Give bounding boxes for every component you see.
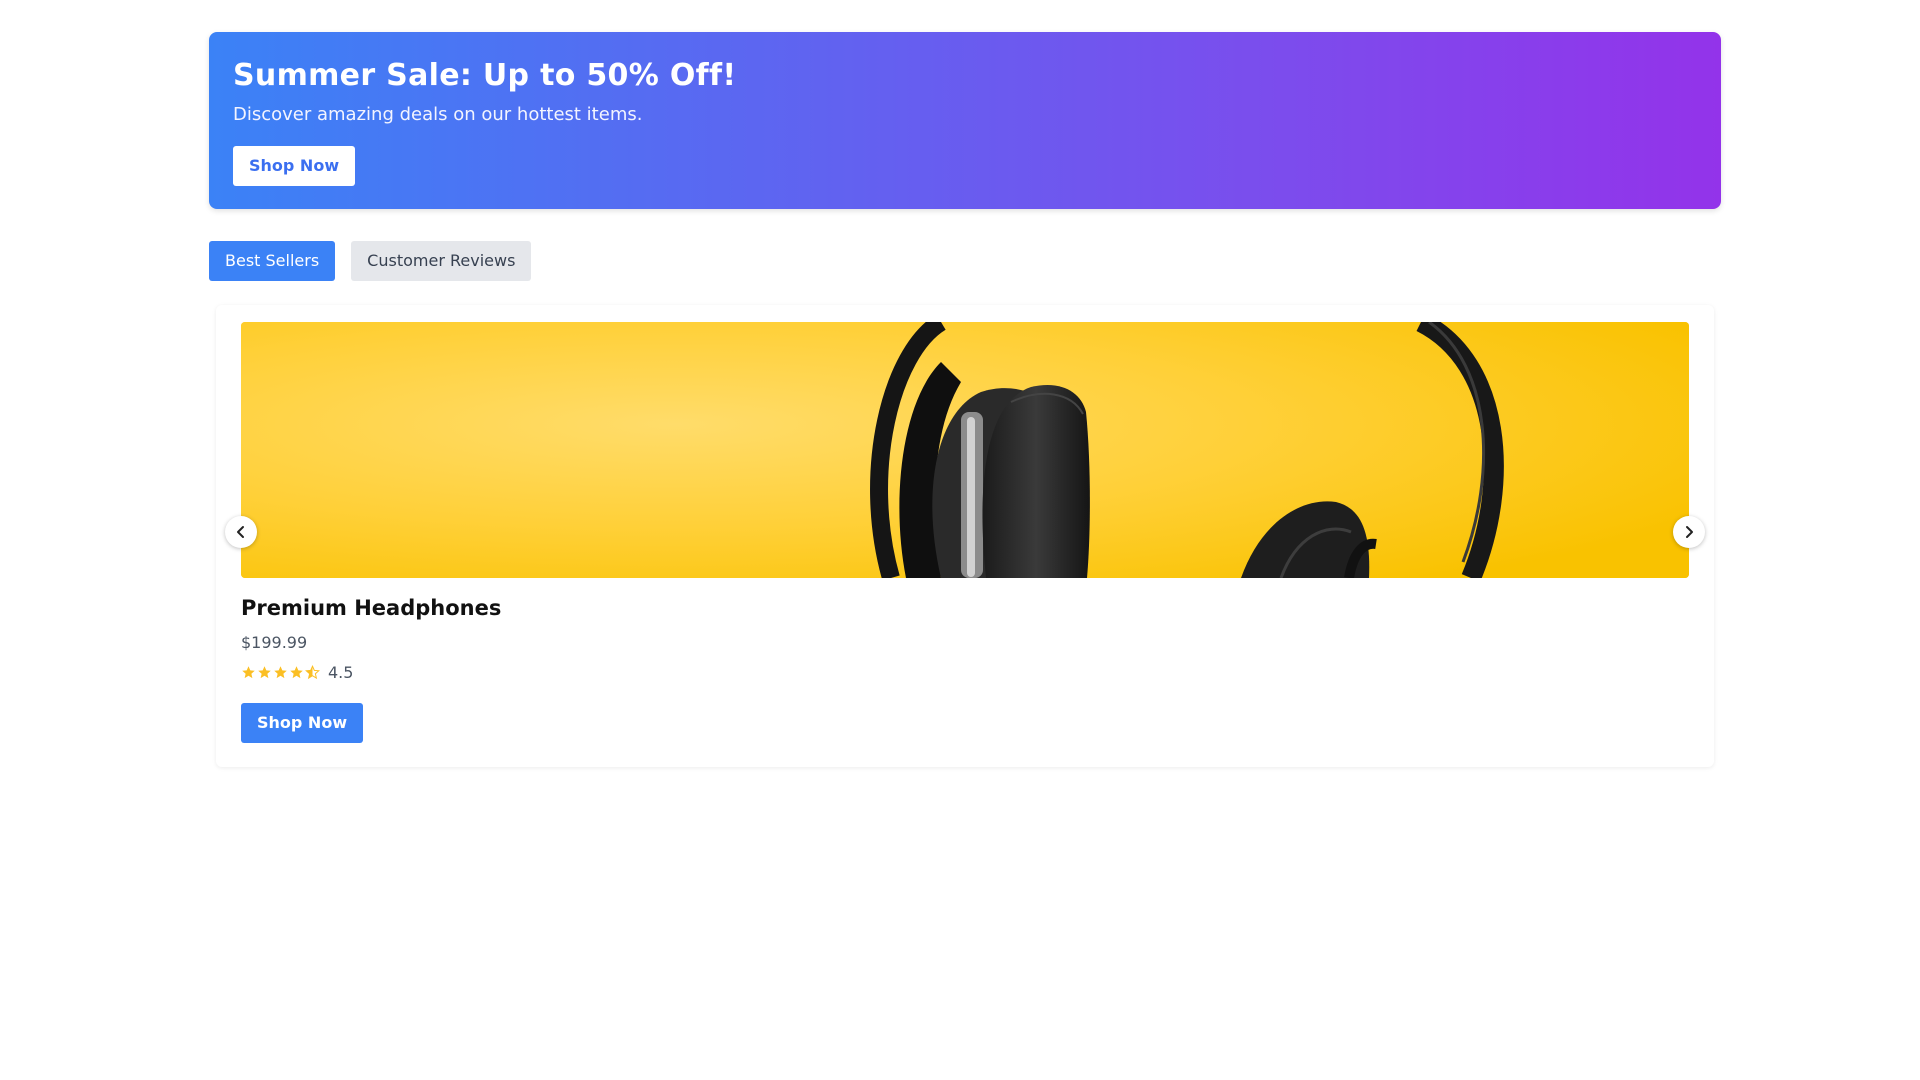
banner-subtitle: Discover amazing deals on our hottest it… bbox=[233, 104, 643, 125]
promo-banner: Summer Sale: Up to 50% Off! Discover ama… bbox=[209, 32, 1721, 209]
banner-title: Summer Sale: Up to 50% Off! bbox=[233, 58, 737, 93]
tab-customer-reviews[interactable]: Customer Reviews bbox=[351, 241, 532, 281]
tab-bar: Best Sellers Customer Reviews bbox=[209, 241, 532, 281]
product-card: Premium Headphones $199.99 4.5 Shop Now bbox=[216, 305, 1714, 767]
product-image bbox=[241, 322, 1689, 578]
tab-best-sellers[interactable]: Best Sellers bbox=[209, 241, 336, 281]
page: Summer Sale: Up to 50% Off! Discover ama… bbox=[0, 0, 1920, 1080]
banner-shop-now-button[interactable]: Shop Now bbox=[233, 146, 356, 186]
product-price: $199.99 bbox=[241, 633, 308, 652]
product-name: Premium Headphones bbox=[241, 596, 502, 620]
star-half-icon bbox=[305, 665, 320, 680]
chevron-left-icon bbox=[237, 526, 244, 538]
carousel-next-button[interactable] bbox=[1673, 516, 1705, 548]
rating-value: 4.5 bbox=[328, 663, 354, 682]
product-rating: 4.5 bbox=[241, 663, 353, 682]
carousel-prev-button[interactable] bbox=[225, 516, 257, 548]
star-full-icon bbox=[274, 666, 287, 679]
star-full-icon bbox=[242, 666, 255, 679]
chevron-right-icon bbox=[1686, 526, 1693, 538]
product-shop-now-button[interactable]: Shop Now bbox=[241, 703, 364, 743]
star-full-icon bbox=[258, 666, 271, 679]
rating-stars bbox=[241, 665, 320, 680]
star-full-icon bbox=[290, 666, 303, 679]
